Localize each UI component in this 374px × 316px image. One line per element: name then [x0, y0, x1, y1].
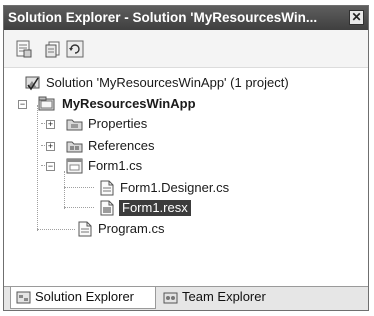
solution-icon — [24, 75, 42, 91]
solution-explorer-window: Solution Explorer - Solution 'MyResource… — [3, 5, 369, 311]
close-button[interactable]: ✕ — [349, 10, 364, 25]
tree-item-label: Program.cs — [98, 221, 165, 236]
tree-item-label: Properties — [88, 116, 148, 131]
properties-icon — [16, 40, 32, 58]
cs-file-icon — [98, 180, 116, 196]
tree-item-label: Form1.Designer.cs — [120, 180, 230, 195]
properties-button[interactable] — [15, 40, 33, 58]
solution-tree: Solution 'MyResourcesWinApp' (1 project)… — [4, 68, 368, 286]
expand-toggle[interactable]: + — [46, 142, 55, 151]
tree-guide — [64, 171, 65, 209]
show-all-files-icon — [45, 41, 60, 58]
title-bar[interactable]: Solution Explorer - Solution 'MyResource… — [4, 6, 368, 30]
tree-guide — [64, 207, 94, 208]
tab-solution-explorer[interactable]: Solution Explorer — [10, 287, 156, 309]
tree-guide — [37, 105, 38, 231]
tree-item-label-selected: Form1.resx — [119, 200, 191, 216]
tab-team-explorer[interactable]: Team Explorer — [158, 287, 282, 309]
window-title: Solution Explorer - Solution 'MyResource… — [8, 10, 318, 25]
show-all-files-button[interactable] — [44, 40, 62, 58]
project-icon — [38, 96, 56, 112]
folder-references-icon — [66, 138, 84, 154]
tab-strip: Solution Explorer Team Explorer — [4, 286, 368, 310]
refresh-icon — [66, 40, 84, 58]
tab-label: Solution Explorer — [35, 289, 134, 304]
tree-item-label: Form1.cs — [88, 158, 143, 173]
tree-guide — [64, 187, 94, 188]
solution-label: Solution 'MyResourcesWinApp' (1 project) — [46, 75, 289, 90]
tab-label: Team Explorer — [182, 289, 266, 304]
close-icon: ✕ — [351, 10, 362, 24]
team-explorer-icon — [163, 290, 179, 305]
collapse-toggle[interactable]: − — [18, 100, 27, 109]
expand-toggle[interactable]: + — [46, 120, 55, 129]
tree-item-label: References — [88, 138, 155, 153]
folder-properties-icon — [66, 116, 84, 132]
refresh-button[interactable] — [66, 40, 84, 58]
cs-file-icon — [76, 221, 94, 237]
resx-file-icon — [98, 200, 116, 216]
toolbar — [4, 30, 368, 68]
project-label: MyResourcesWinApp — [62, 96, 196, 111]
form-icon — [66, 158, 84, 174]
collapse-toggle[interactable]: − — [46, 162, 55, 171]
tree-guide — [37, 229, 75, 230]
solution-explorer-icon — [16, 290, 32, 305]
